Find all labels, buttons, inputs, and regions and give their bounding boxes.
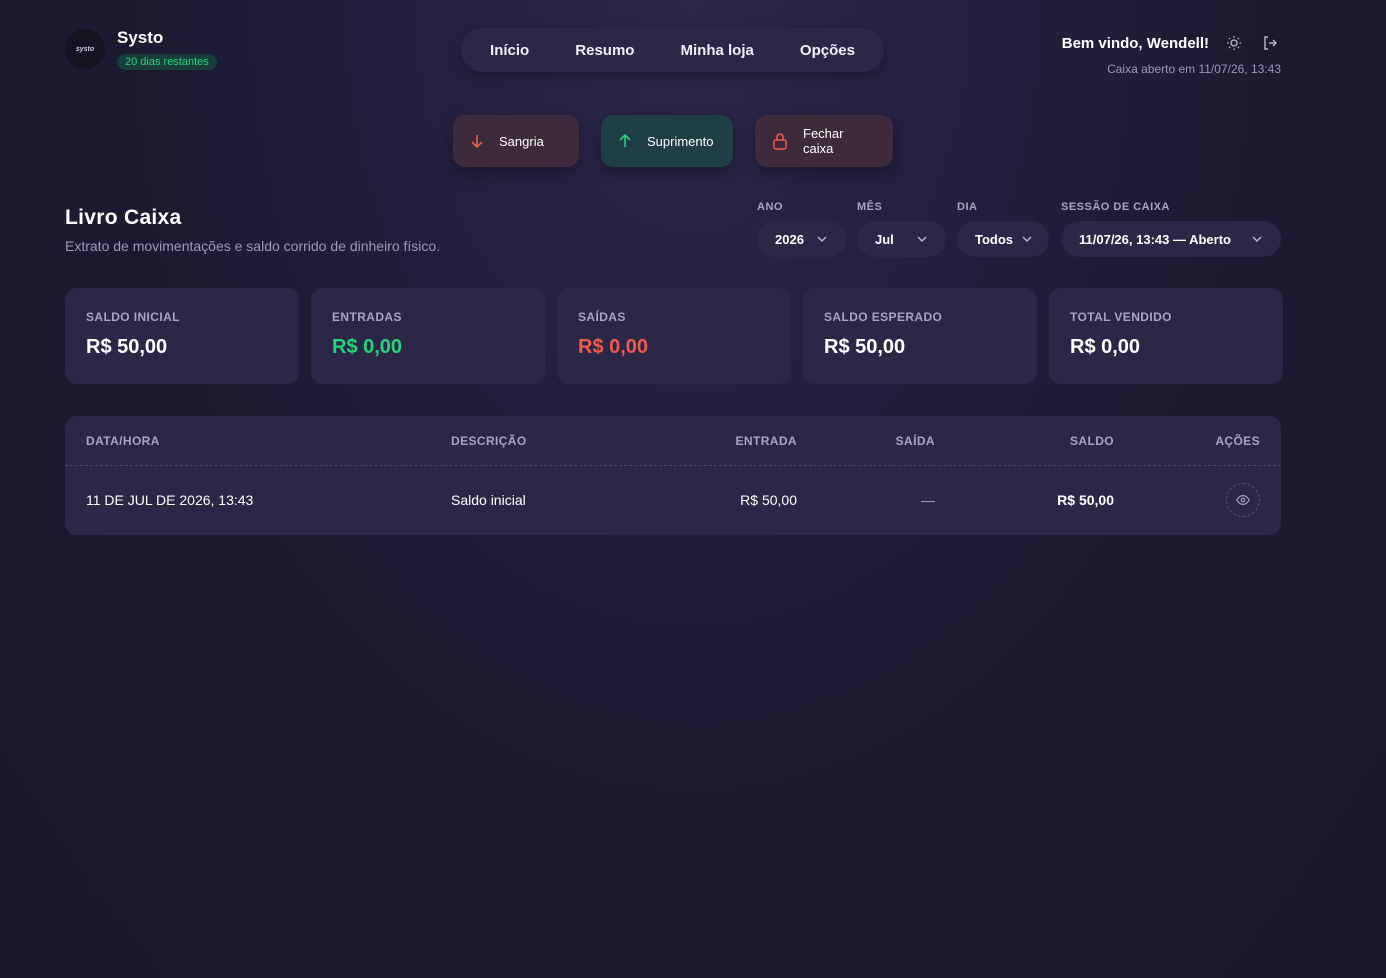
filter-sessao-label: SESSÃO DE CAIXA bbox=[1061, 201, 1170, 213]
filter-sessao: SESSÃO DE CAIXA 11/07/26, 13:43 — Aberto bbox=[1061, 201, 1281, 257]
sangria-button[interactable]: Sangria bbox=[453, 115, 579, 167]
page-title: Livro Caixa bbox=[65, 206, 182, 229]
card-value: R$ 50,00 bbox=[824, 336, 906, 358]
card-saidas: SAÍDAS R$ 0,00 bbox=[557, 288, 791, 384]
logout-icon[interactable] bbox=[1259, 32, 1281, 54]
card-label: SALDO INICIAL bbox=[86, 310, 180, 324]
main-nav: Início Resumo Minha loja Opções bbox=[461, 28, 884, 72]
th-saldo: SALDO bbox=[1070, 434, 1114, 448]
th-datetime: DATA/HORA bbox=[86, 434, 160, 448]
filter-dia-value: Todos bbox=[975, 231, 1014, 247]
fechar-caixa-button[interactable]: Fechar caixa bbox=[755, 115, 893, 167]
card-value: R$ 0,00 bbox=[578, 336, 649, 358]
filter-ano-select[interactable]: 2026 bbox=[757, 221, 846, 257]
cell-saida: — bbox=[921, 492, 935, 508]
eye-icon[interactable] bbox=[1226, 483, 1260, 517]
card-label: SAÍDAS bbox=[578, 310, 626, 324]
cash-actions: Sangria Suprimento Fechar caixa bbox=[453, 115, 915, 167]
filter-ano: ANO 2026 bbox=[757, 201, 846, 257]
chevron-down-icon bbox=[816, 233, 828, 245]
card-value: R$ 0,00 bbox=[332, 336, 403, 358]
filter-sessao-value: 11/07/26, 13:43 — Aberto bbox=[1079, 231, 1231, 247]
arrow-up-icon bbox=[617, 133, 633, 149]
card-label: SALDO ESPERADO bbox=[824, 310, 943, 324]
filter-ano-label: ANO bbox=[757, 201, 783, 213]
brand-logo[interactable]: systo bbox=[65, 29, 105, 69]
sun-icon[interactable] bbox=[1223, 32, 1245, 54]
card-saldo-esperado: SALDO ESPERADO R$ 50,00 bbox=[803, 288, 1037, 384]
fechar-caixa-label: Fechar caixa bbox=[803, 126, 844, 156]
suprimento-label: Suprimento bbox=[647, 133, 714, 149]
filter-mes-select[interactable]: Jul bbox=[857, 221, 946, 257]
lock-icon bbox=[771, 132, 789, 150]
page-subtitle: Extrato de movimentações e saldo corrido… bbox=[65, 238, 441, 254]
cell-descricao: Saldo inicial bbox=[451, 492, 526, 508]
arrow-down-icon bbox=[469, 133, 485, 149]
filter-sessao-select[interactable]: 11/07/26, 13:43 — Aberto bbox=[1061, 221, 1281, 257]
session-open-text: Caixa aberto em 11/07/26, 13:43 bbox=[1107, 62, 1281, 76]
table-row: 11 DE JUL DE 2026, 13:43 Saldo inicial R… bbox=[65, 466, 1281, 535]
filter-mes-value: Jul bbox=[875, 231, 894, 247]
cell-datetime: 11 DE JUL DE 2026, 13:43 bbox=[86, 492, 254, 508]
cell-saldo: R$ 50,00 bbox=[1057, 492, 1114, 508]
trial-badge: 20 dias restantes bbox=[117, 54, 217, 70]
suprimento-button[interactable]: Suprimento bbox=[601, 115, 733, 167]
filter-dia-select[interactable]: Todos bbox=[957, 221, 1049, 257]
brand: systo Systo 20 dias restantes bbox=[65, 28, 217, 70]
nav-item-resumo[interactable]: Resumo bbox=[565, 36, 644, 65]
brand-name: Systo bbox=[117, 28, 164, 47]
table-header: DATA/HORA DESCRIÇÃO ENTRADA SAÍDA SALDO … bbox=[65, 416, 1281, 466]
card-label: ENTRADAS bbox=[332, 310, 402, 324]
user-area: Bem vindo, Wendell! Caixa aberto em 11/0… bbox=[1061, 32, 1281, 77]
chevron-down-icon bbox=[916, 233, 928, 245]
filter-dia-label: DIA bbox=[957, 201, 978, 213]
chevron-down-icon bbox=[1021, 233, 1033, 245]
card-total-vendido: TOTAL VENDIDO R$ 0,00 bbox=[1049, 288, 1283, 384]
summary-cards: SALDO INICIAL R$ 50,00 ENTRADAS R$ 0,00 … bbox=[65, 288, 1283, 384]
filter-mes-label: MÊS bbox=[857, 201, 883, 213]
card-label: TOTAL VENDIDO bbox=[1070, 310, 1172, 324]
filter-dia: DIA Todos bbox=[957, 201, 1049, 257]
nav-item-inicio[interactable]: Início bbox=[480, 36, 539, 65]
card-saldo-inicial: SALDO INICIAL R$ 50,00 bbox=[65, 288, 299, 384]
welcome-text: Bem vindo, Wendell! bbox=[1061, 34, 1209, 52]
filter-ano-value: 2026 bbox=[775, 231, 804, 247]
cash-book-table: DATA/HORA DESCRIÇÃO ENTRADA SAÍDA SALDO … bbox=[65, 416, 1281, 535]
th-entrada: ENTRADA bbox=[735, 434, 797, 448]
cell-entrada: R$ 50,00 bbox=[740, 492, 797, 508]
th-saida: SAÍDA bbox=[895, 434, 935, 448]
sangria-label: Sangria bbox=[499, 133, 544, 149]
card-value: R$ 50,00 bbox=[86, 336, 168, 358]
nav-item-opcoes[interactable]: Opções bbox=[790, 36, 865, 65]
nav-item-minha-loja[interactable]: Minha loja bbox=[671, 36, 764, 65]
chevron-down-icon bbox=[1251, 233, 1263, 245]
th-acoes: AÇÕES bbox=[1215, 434, 1260, 448]
th-descricao: DESCRIÇÃO bbox=[451, 434, 527, 448]
card-value: R$ 0,00 bbox=[1070, 336, 1141, 358]
filter-mes: MÊS Jul bbox=[857, 201, 946, 257]
card-entradas: ENTRADAS R$ 0,00 bbox=[311, 288, 545, 384]
